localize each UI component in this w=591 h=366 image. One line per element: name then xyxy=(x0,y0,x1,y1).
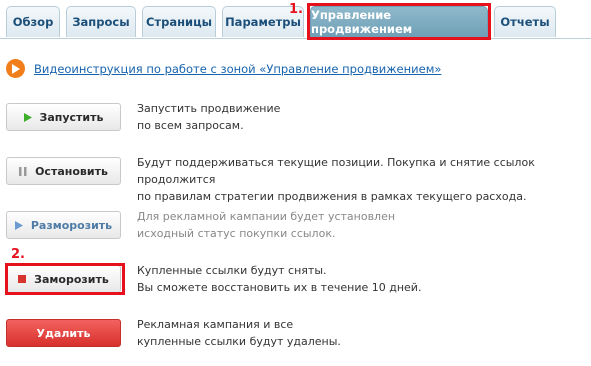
start-description: Запустить продвижение по всем запросам. xyxy=(137,100,280,134)
tab-overview[interactable]: Обзор xyxy=(6,6,60,37)
annotation-highlight-freeze xyxy=(5,263,125,295)
stop-description-line2: по правилам стратегии продвижения в рамк… xyxy=(137,190,527,203)
video-instruction-row: Видеоинструкция по работе с зоной «Управ… xyxy=(6,59,441,78)
tab-reports[interactable]: Отчеты xyxy=(494,6,556,37)
unfreeze-description-line2: исходный статус покупки ссылок. xyxy=(137,227,336,240)
delete-description-line1: Рекламная кампания и все xyxy=(137,318,294,331)
stop-button[interactable]: Остановить xyxy=(6,157,121,185)
start-button-label: Запустить xyxy=(39,110,104,124)
play-triangle-icon xyxy=(23,112,32,122)
annotation-mark-1: 1. xyxy=(289,2,303,17)
annotation-highlight-tab xyxy=(307,3,491,40)
start-description-line2: по всем запросам. xyxy=(137,119,244,132)
freeze-description: Купленные ссылки будут сняты. Вы сможете… xyxy=(137,262,421,296)
stop-button-label: Остановить xyxy=(35,164,108,178)
unfreeze-button-label: Разморозить xyxy=(30,218,113,232)
delete-button-label: Удалить xyxy=(36,326,91,340)
play-triangle-icon xyxy=(14,220,23,230)
video-instruction-link[interactable]: Видеоинструкция по работе с зоной «Управ… xyxy=(34,62,441,76)
stop-description-line1: Будут поддерживаться текущие позиции. По… xyxy=(137,156,535,186)
tab-pages[interactable]: Страницы xyxy=(142,6,216,37)
unfreeze-button[interactable]: Разморозить xyxy=(6,211,121,239)
tab-queries[interactable]: Запросы xyxy=(66,6,136,37)
freeze-description-line2: Вы сможете восстановить их в течение 10 … xyxy=(137,281,422,294)
delete-description-line2: купленные ссылки будут удалены. xyxy=(137,335,341,348)
start-description-line1: Запустить продвижение xyxy=(137,102,281,115)
stop-description: Будут поддерживаться текущие позиции. По… xyxy=(137,154,591,205)
unfreeze-description: Для рекламной кампании будет установлен … xyxy=(137,208,395,242)
annotation-mark-2: 2. xyxy=(11,247,25,262)
freeze-description-line1: Купленные ссылки будут сняты. xyxy=(137,264,327,277)
start-button[interactable]: Запустить xyxy=(6,103,121,131)
unfreeze-description-line1: Для рекламной кампании будет установлен xyxy=(137,210,396,223)
play-icon[interactable] xyxy=(6,59,25,78)
delete-button[interactable]: Удалить xyxy=(6,319,121,347)
pause-icon xyxy=(19,166,27,176)
delete-description: Рекламная кампания и все купленные ссылк… xyxy=(137,316,341,350)
